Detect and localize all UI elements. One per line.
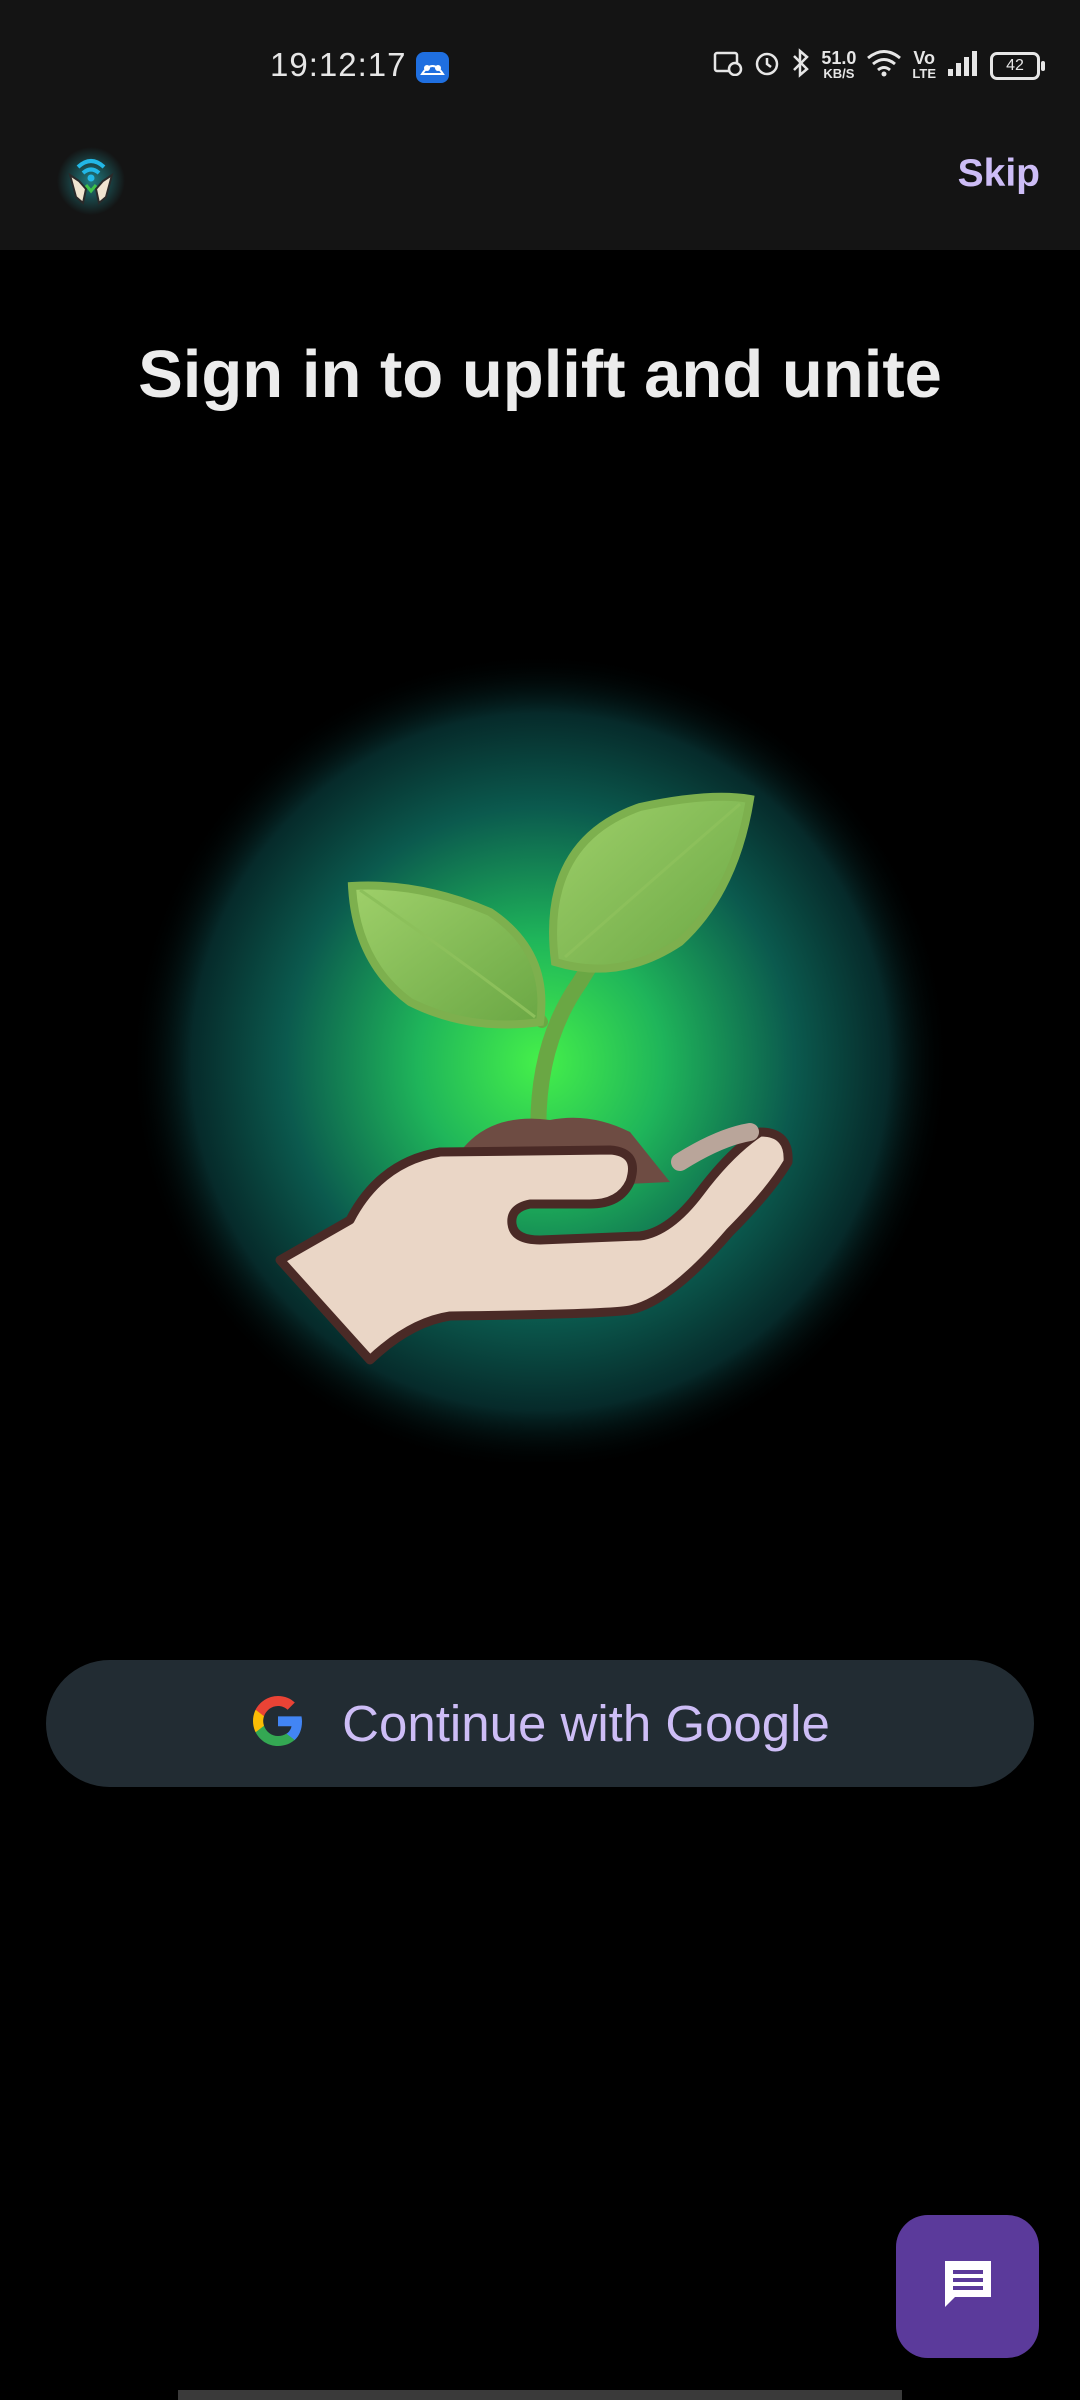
chat-icon (939, 2255, 997, 2318)
network-speed: 51.0 KB/S (821, 48, 857, 82)
screen-record-icon (713, 50, 743, 82)
google-g-icon (250, 1693, 306, 1754)
speed-value: 51.0 (821, 48, 857, 68)
alarm-icon (753, 49, 781, 83)
hand-holding-sprout-illustration-icon (110, 592, 970, 1472)
volte-top: Vo (913, 48, 936, 68)
skip-button[interactable]: Skip (958, 152, 1040, 196)
wifi-icon (866, 49, 902, 83)
hands-wifi-logo-icon (56, 145, 126, 215)
gesture-nav-bar[interactable] (178, 2390, 902, 2400)
continue-with-google-button[interactable]: Continue with Google (46, 1660, 1034, 1787)
google-button-label: Continue with Google (342, 1695, 830, 1752)
status-icons: 51.0 KB/S Vo LTE 42 (713, 48, 1045, 84)
battery-level: 42 (1006, 57, 1024, 74)
status-time: 19:12:17 (270, 46, 407, 83)
battery-icon: 42 (990, 52, 1045, 80)
signal-icon (946, 49, 980, 83)
volte-bottom: LTE (912, 66, 936, 81)
volte-indicator: Vo LTE (912, 48, 936, 82)
app-bar (0, 134, 1080, 250)
status-bar: 19:12:17 51.0 KB/S Vo LTE 42 (0, 0, 1080, 134)
bluetooth-icon (791, 48, 811, 84)
chat-fab-button[interactable] (896, 2215, 1039, 2358)
android-app-icon (416, 52, 449, 83)
speed-unit: KB/S (823, 66, 855, 81)
page-title: Sign in to uplift and unite (138, 337, 942, 412)
